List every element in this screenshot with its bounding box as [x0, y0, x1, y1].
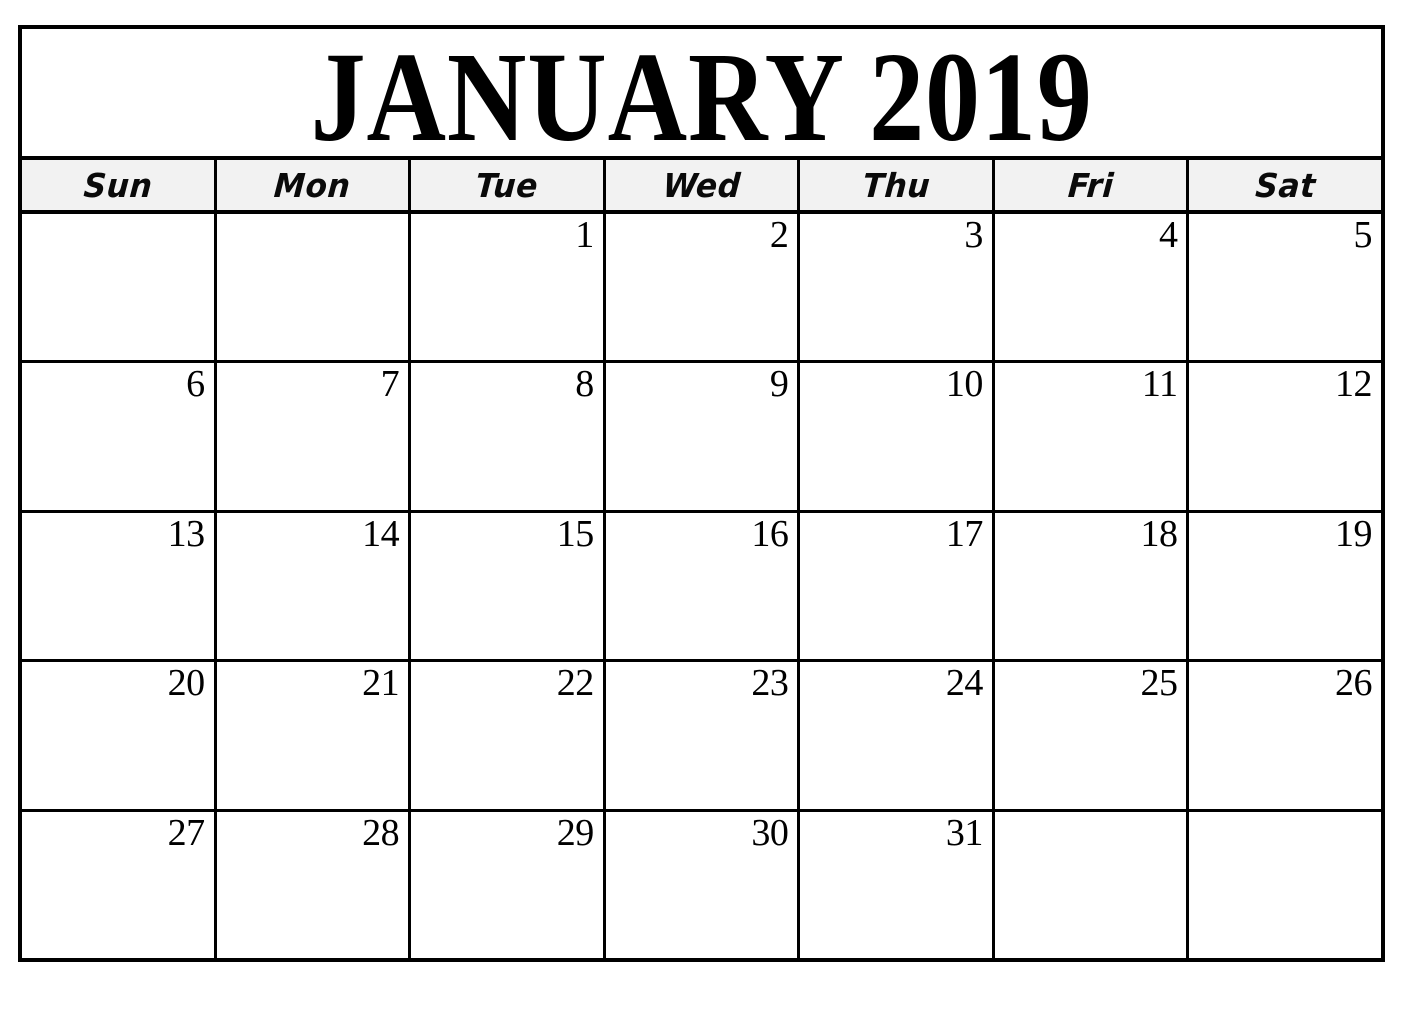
day-cell[interactable]: 1 — [411, 214, 606, 361]
day-number: 6 — [186, 363, 205, 406]
day-cell[interactable] — [22, 214, 217, 361]
weekday-label: Fri — [1066, 165, 1115, 205]
day-cell[interactable]: 21 — [216, 662, 412, 809]
day-number: 16 — [751, 512, 789, 555]
day-number: 27 — [167, 811, 206, 854]
day-cell[interactable]: 6 — [22, 363, 217, 510]
day-number: 8 — [575, 363, 594, 406]
day-number: 5 — [1353, 214, 1373, 256]
day-number: 26 — [1335, 662, 1373, 705]
day-cell[interactable]: 14 — [216, 512, 412, 660]
day-number: 13 — [167, 512, 206, 555]
day-number: 14 — [362, 512, 400, 555]
day-number: 22 — [556, 662, 595, 705]
week-row: 27 28 29 30 31 — [22, 811, 1382, 959]
day-number: 7 — [380, 363, 400, 406]
day-cell[interactable]: 16 — [605, 512, 801, 660]
day-cell[interactable]: 13 — [22, 512, 217, 660]
weekday-header-sun: Sun — [22, 160, 217, 210]
day-cell[interactable] — [1189, 811, 1382, 959]
day-cell[interactable]: 27 — [22, 811, 217, 959]
day-number: 3 — [964, 214, 983, 256]
day-number: 15 — [556, 512, 595, 555]
day-number: 25 — [1140, 662, 1178, 705]
day-number: 1 — [575, 214, 594, 256]
day-number: 21 — [362, 662, 400, 705]
weekday-header-fri: Fri — [994, 160, 1190, 210]
day-number: 30 — [751, 811, 789, 854]
day-cell[interactable]: 7 — [216, 363, 412, 510]
day-cell[interactable]: 23 — [605, 662, 801, 809]
calendar-title-band: JANUARY 2019 — [22, 29, 1381, 160]
weekday-header-wed: Wed — [605, 160, 801, 210]
weekday-header-sat: Sat — [1189, 160, 1382, 210]
day-number: 19 — [1335, 512, 1373, 555]
weekday-label: Mon — [272, 165, 352, 205]
day-cell[interactable]: 26 — [1189, 662, 1382, 809]
day-number: 29 — [556, 811, 595, 854]
day-cell[interactable]: 20 — [22, 662, 217, 809]
day-number: 23 — [751, 662, 789, 705]
day-cell[interactable]: 15 — [411, 512, 606, 660]
day-cell[interactable]: 30 — [605, 811, 801, 959]
week-row: 1 2 3 4 5 — [22, 214, 1382, 364]
weekday-header-thu: Thu — [800, 160, 995, 210]
weekday-label: Tue — [474, 165, 540, 205]
day-cell[interactable]: 29 — [411, 811, 606, 959]
day-cell[interactable] — [216, 214, 412, 361]
day-cell[interactable]: 5 — [1189, 214, 1382, 361]
day-number: 18 — [1140, 512, 1178, 555]
day-cell[interactable]: 18 — [994, 512, 1190, 660]
day-number: 11 — [1141, 363, 1178, 406]
day-cell[interactable]: 22 — [411, 662, 606, 809]
day-number: 20 — [167, 662, 206, 705]
day-cell[interactable]: 31 — [800, 811, 995, 959]
day-cell[interactable]: 24 — [800, 662, 995, 809]
day-number: 10 — [945, 363, 984, 406]
day-cell[interactable]: 19 — [1189, 512, 1382, 660]
week-row: 13 14 15 16 17 18 19 — [22, 512, 1382, 663]
weekday-header-mon: Mon — [216, 160, 412, 210]
day-cell[interactable]: 17 — [800, 512, 995, 660]
calendar: JANUARY 2019 Sun Mon Tue Wed Thu Fri Sat… — [18, 25, 1385, 962]
day-number: 28 — [362, 811, 400, 854]
weekday-label: Sun — [82, 165, 154, 205]
day-cell[interactable]: 10 — [800, 363, 995, 510]
day-number: 31 — [945, 811, 984, 854]
day-cell[interactable]: 12 — [1189, 363, 1382, 510]
day-number: 24 — [945, 662, 984, 705]
day-cell[interactable]: 8 — [411, 363, 606, 510]
day-cell[interactable]: 28 — [216, 811, 412, 959]
day-cell[interactable]: 11 — [994, 363, 1190, 510]
week-row: 6 7 8 9 10 11 12 — [22, 363, 1382, 513]
weekday-label: Sat — [1253, 165, 1317, 205]
weekday-label: Wed — [661, 165, 742, 205]
day-number: 12 — [1335, 363, 1373, 406]
weekday-header-row: Sun Mon Tue Wed Thu Fri Sat — [22, 160, 1382, 214]
day-number: 2 — [769, 214, 789, 256]
day-number: 4 — [1158, 214, 1178, 256]
day-cell[interactable]: 4 — [994, 214, 1190, 361]
calendar-grid: 1 2 3 4 5 6 7 8 9 10 11 12 13 14 15 16 1… — [22, 214, 1382, 959]
day-number: 9 — [769, 363, 789, 406]
page-title: JANUARY 2019 — [310, 29, 1093, 160]
day-cell[interactable]: 2 — [605, 214, 801, 361]
day-cell[interactable] — [994, 811, 1190, 959]
weekday-label: Thu — [861, 165, 932, 205]
day-number: 17 — [945, 512, 984, 555]
weekday-header-tue: Tue — [411, 160, 606, 210]
week-row: 20 21 22 23 24 25 26 — [22, 662, 1382, 812]
day-cell[interactable]: 25 — [994, 662, 1190, 809]
day-cell[interactable]: 9 — [605, 363, 801, 510]
day-cell[interactable]: 3 — [800, 214, 995, 361]
